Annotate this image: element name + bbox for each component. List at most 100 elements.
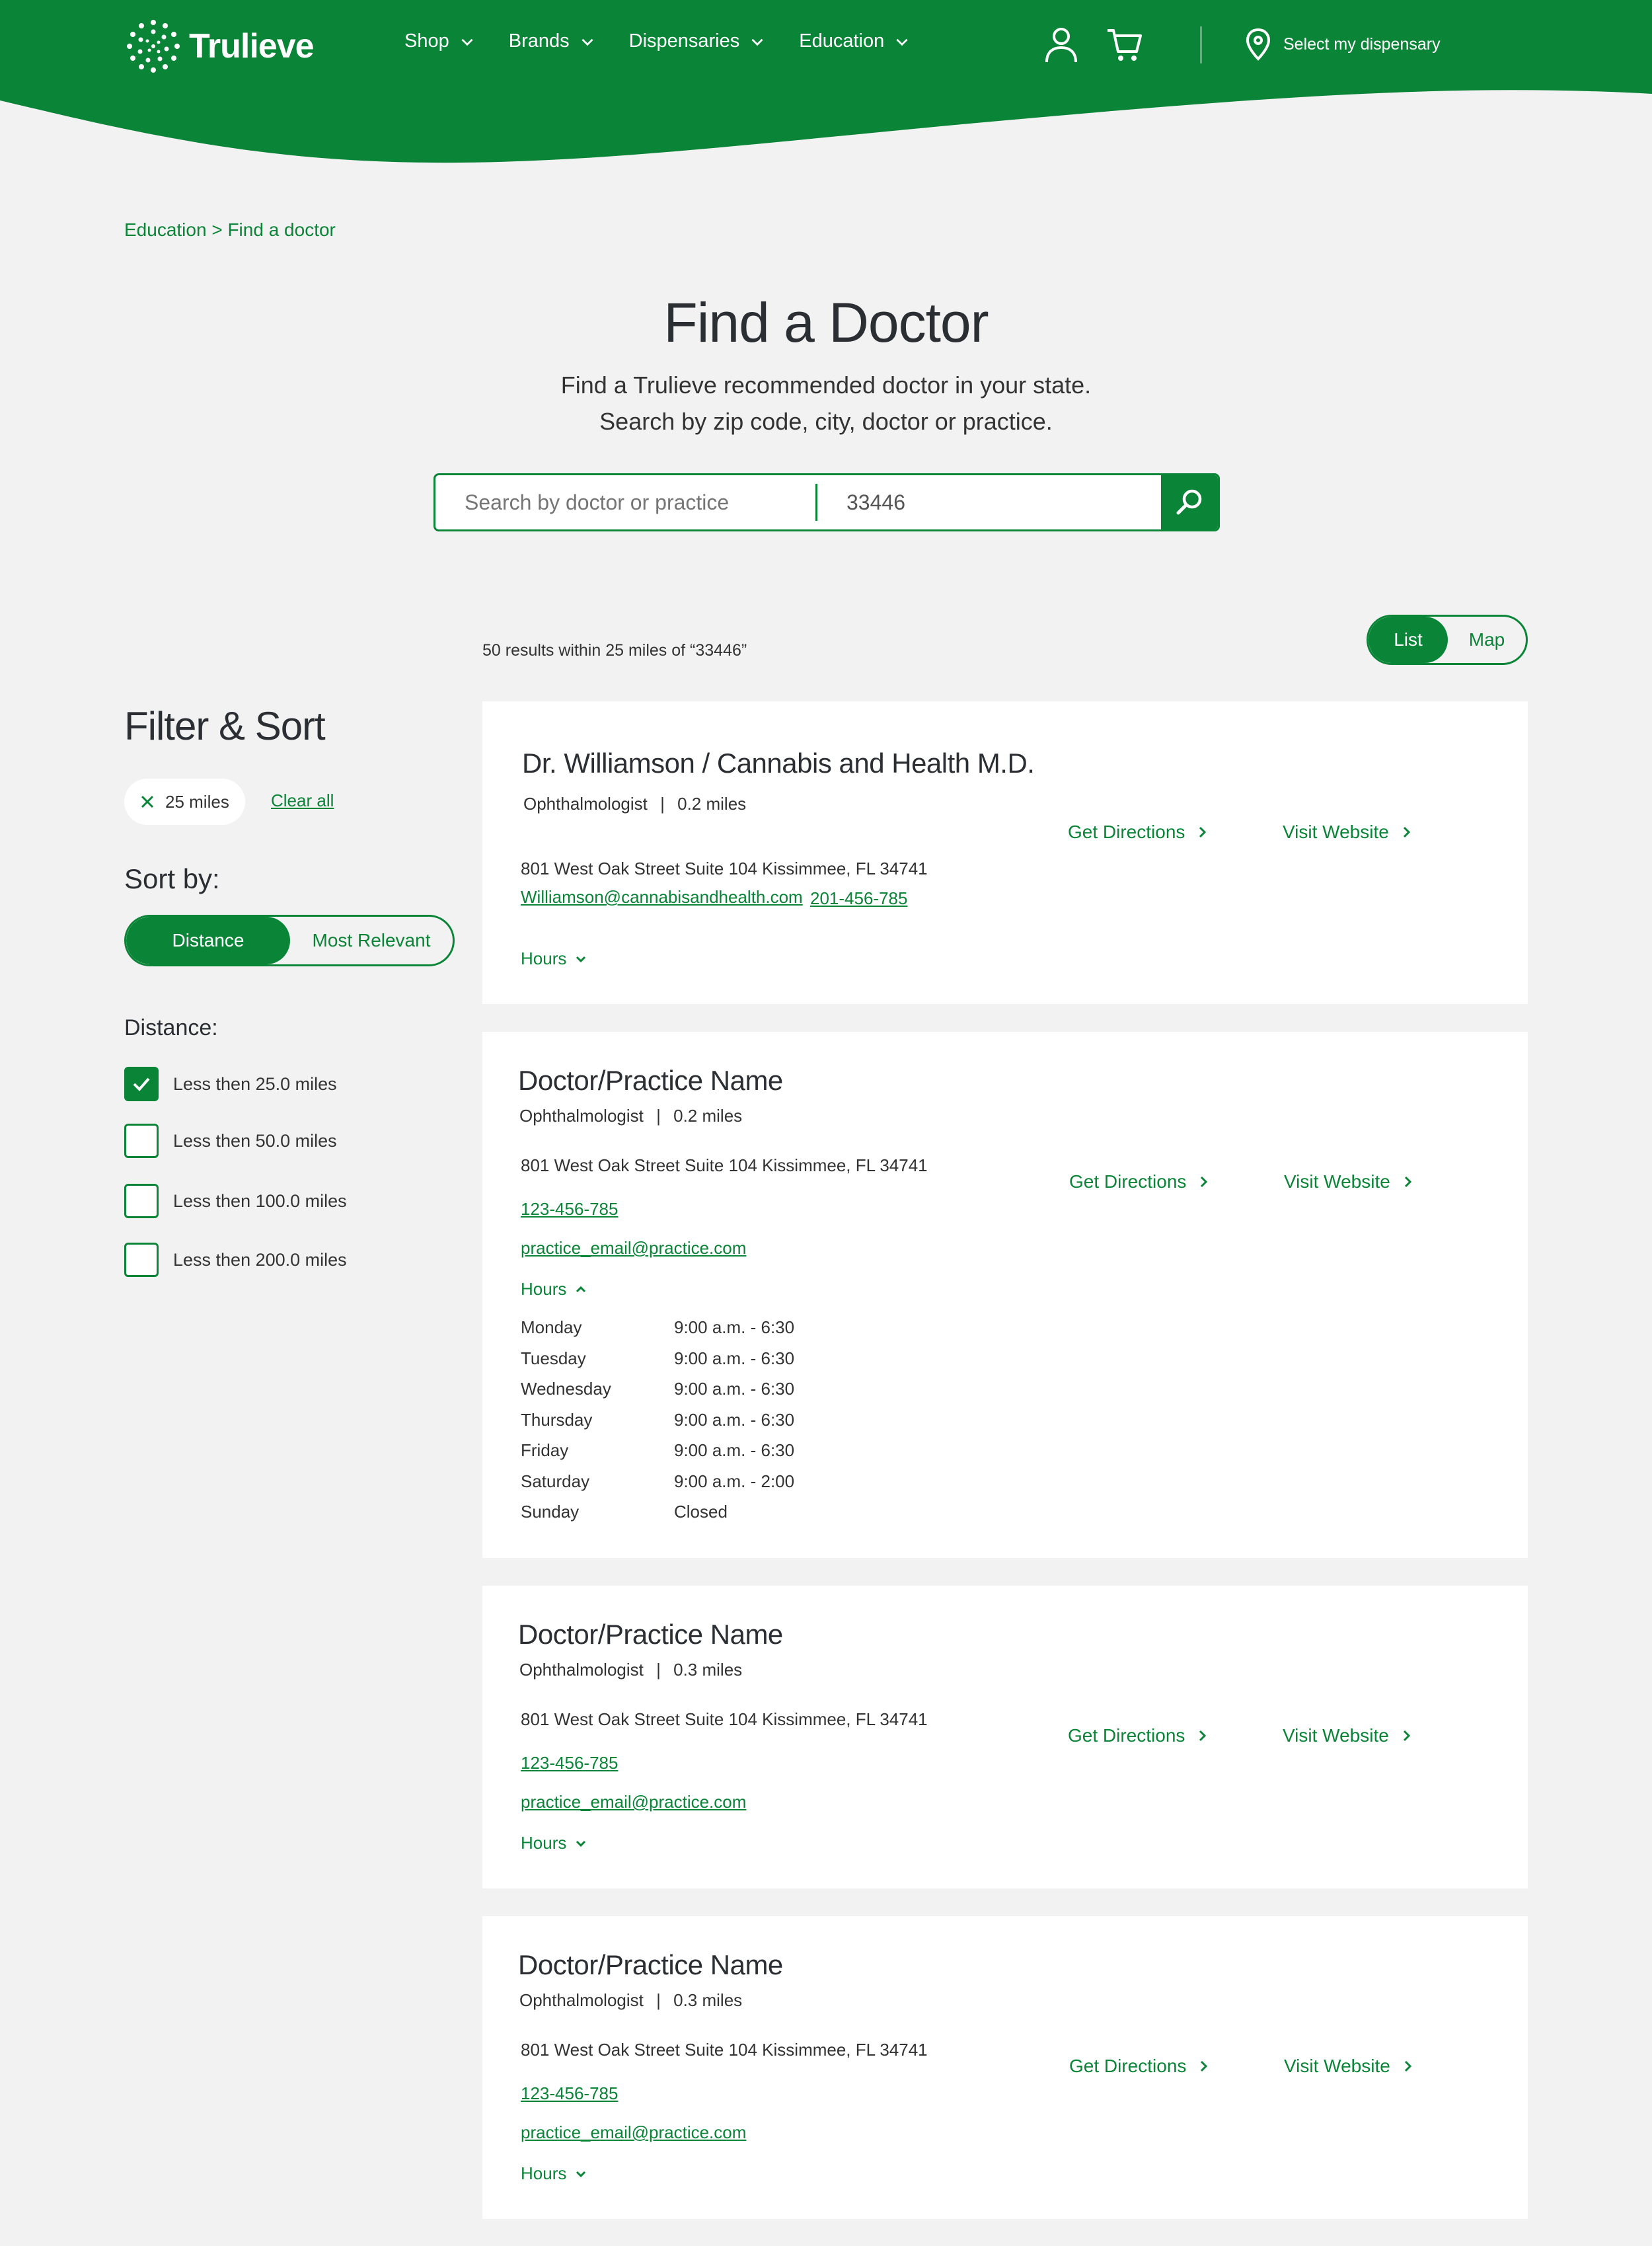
doctor-name: Dr. Williamson / Cannabis and Health M.D…: [522, 748, 1035, 779]
distance: 0.2 miles: [677, 794, 747, 814]
page-subtitle-line2: Search by zip code, city, doctor or prac…: [599, 408, 1053, 435]
nav-education[interactable]: Education: [799, 30, 911, 52]
doctor-search-input[interactable]: [435, 475, 815, 529]
distance-option-25[interactable]: Less then 25.0 miles: [124, 1067, 337, 1101]
doctor-meta: Ophthalmologist | 0.2 miles: [523, 794, 746, 814]
nav-dispensaries[interactable]: Dispensaries: [629, 30, 767, 52]
breadcrumb[interactable]: Education > Find a doctor: [124, 219, 336, 241]
hours-row: Sunday Closed: [521, 1502, 794, 1533]
distance-option-100[interactable]: Less then 100.0 miles: [124, 1184, 347, 1218]
separator: |: [656, 1660, 661, 1680]
result-card: Doctor/Practice Name Ophthalmologist | 0…: [482, 1916, 1528, 2219]
doctor-name: Doctor/Practice Name: [518, 1949, 783, 1980]
distance: 0.3 miles: [673, 1990, 743, 2010]
hours-toggle[interactable]: Hours: [521, 949, 587, 969]
chevron-right-icon: [1404, 1176, 1411, 1188]
results-count: 50 results within 25 miles of “33446”: [482, 641, 747, 660]
hours-day: Thursday: [521, 1409, 593, 1430]
trulieve-logo[interactable]: Trulieve: [124, 17, 315, 75]
site-header: Trulieve Shop Brands Dispensaries Educat…: [0, 0, 1652, 165]
chevron-down-icon: [576, 1840, 586, 1847]
hours-toggle[interactable]: Hours: [521, 1833, 587, 1853]
specialty: Ophthalmologist: [519, 1990, 644, 2010]
visit-website-link[interactable]: Visit Website: [1283, 1725, 1413, 1746]
doctor-phone-link[interactable]: 123-456-785: [521, 1199, 618, 1220]
page-title: Find a Doctor: [663, 291, 989, 354]
list-view-button[interactable]: List: [1369, 617, 1448, 663]
sort-by-label: Sort by:: [124, 863, 220, 894]
visit-website-label: Visit Website: [1283, 1725, 1389, 1746]
hours-time: 9:00 a.m. - 6:30: [674, 1317, 795, 1337]
doctor-address: 801 West Oak Street Suite 104 Kissimmee,…: [521, 859, 928, 878]
active-filter-chip[interactable]: 25 miles: [124, 779, 245, 825]
checkmark-icon: [133, 1077, 150, 1091]
view-toggle: List Map: [1367, 615, 1528, 665]
hours-toggle[interactable]: Hours: [521, 1279, 587, 1299]
checkbox[interactable]: [124, 1243, 159, 1277]
doctor-search-bar: [433, 473, 1220, 531]
hours-time: 9:00 a.m. - 6:30: [674, 1440, 795, 1460]
chevron-right-icon: [1403, 826, 1410, 838]
doctor-meta: Ophthalmologist | 0.3 miles: [519, 1660, 742, 1680]
checkbox[interactable]: [124, 1124, 159, 1158]
doctor-meta: Ophthalmologist | 0.2 miles: [519, 1106, 742, 1126]
hours-day: Wednesday: [521, 1379, 611, 1399]
logo-mark-icon: [127, 20, 180, 73]
distance-option-label: Less then 25.0 miles: [173, 1073, 337, 1094]
doctor-email-link[interactable]: practice_email@practice.com: [521, 2122, 746, 2143]
page-subtitle-line1: Find a Trulieve recommended doctor in yo…: [560, 371, 1092, 399]
zip-search-input[interactable]: [817, 475, 1164, 529]
sort-distance-button[interactable]: Distance: [126, 917, 290, 964]
distance-option-label: Less then 100.0 miles: [173, 1190, 347, 1211]
visit-website-link[interactable]: Visit Website: [1284, 1171, 1414, 1192]
get-directions-link[interactable]: Get Directions: [1069, 1171, 1210, 1192]
result-card: Doctor/Practice Name Ophthalmologist | 0…: [482, 1586, 1528, 1888]
cart-icon[interactable]: [1106, 26, 1143, 63]
specialty: Ophthalmologist: [519, 1660, 644, 1680]
doctor-phone-link[interactable]: 201-456-785: [810, 888, 907, 909]
visit-website-label: Visit Website: [1284, 2056, 1390, 2076]
close-icon: [141, 795, 154, 808]
account-icon[interactable]: [1044, 26, 1078, 63]
get-directions-link[interactable]: Get Directions: [1069, 2056, 1210, 2077]
doctor-email-link[interactable]: practice_email@practice.com: [521, 1238, 746, 1259]
search-button[interactable]: [1161, 475, 1218, 529]
checkbox[interactable]: [124, 1067, 159, 1101]
visit-website-link[interactable]: Visit Website: [1283, 822, 1413, 843]
distance: 0.2 miles: [673, 1106, 743, 1126]
map-view-button[interactable]: Map: [1448, 617, 1526, 663]
distance-label: Distance:: [124, 1015, 218, 1040]
doctor-address: 801 West Oak Street Suite 104 Kissimmee,…: [521, 1709, 928, 1729]
hours-toggle[interactable]: Hours: [521, 2163, 587, 2184]
chevron-right-icon: [1199, 826, 1207, 838]
hours-label: Hours: [521, 949, 567, 968]
distance-option-200[interactable]: Less then 200.0 miles: [124, 1243, 347, 1277]
get-directions-link[interactable]: Get Directions: [1068, 822, 1209, 843]
chevron-right-icon: [1403, 1730, 1410, 1742]
hours-row: Thursday 9:00 a.m. - 6:30: [521, 1410, 794, 1441]
distance-option-50[interactable]: Less then 50.0 miles: [124, 1124, 337, 1158]
distance-option-label: Less then 50.0 miles: [173, 1130, 337, 1151]
nav-dispensaries-label: Dispensaries: [628, 30, 740, 52]
doctor-email-link[interactable]: practice_email@practice.com: [521, 1792, 746, 1812]
doctor-email-link[interactable]: Williamson@cannabisandhealth.com: [521, 887, 803, 908]
nav-brands[interactable]: Brands: [509, 30, 596, 52]
chevron-down-icon: [576, 956, 586, 962]
checkbox[interactable]: [124, 1184, 159, 1218]
chevron-down-icon: [896, 38, 908, 46]
chevron-down-icon: [576, 2171, 586, 2177]
hours-label: Hours: [521, 1833, 567, 1853]
get-directions-link[interactable]: Get Directions: [1068, 1725, 1209, 1746]
nav-shop[interactable]: Shop: [404, 30, 476, 52]
clear-all-link[interactable]: Clear all: [271, 791, 334, 811]
select-dispensary-button[interactable]: Select my dispensary: [1245, 28, 1441, 61]
visit-website-link[interactable]: Visit Website: [1284, 2056, 1414, 2077]
chevron-right-icon: [1201, 2060, 1208, 2072]
hours-day: Monday: [521, 1317, 582, 1337]
chevron-down-icon: [582, 38, 593, 46]
doctor-phone-link[interactable]: 123-456-785: [521, 2083, 618, 2104]
sort-most-relevant-button[interactable]: Most Relevant: [290, 917, 453, 964]
hours-label: Hours: [521, 1279, 567, 1299]
doctor-phone-link[interactable]: 123-456-785: [521, 1753, 618, 1773]
hours-time: Closed: [674, 1502, 728, 1522]
